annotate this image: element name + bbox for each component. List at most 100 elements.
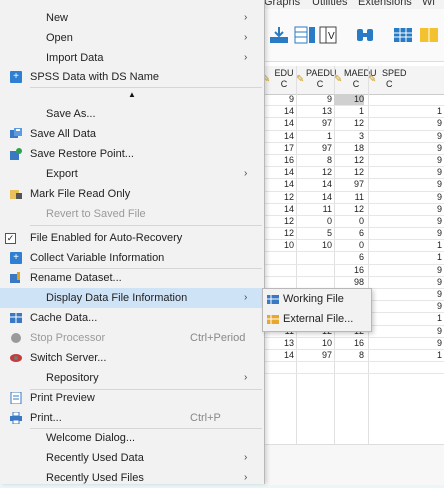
table-cell[interactable]: 14	[262, 131, 294, 142]
table-cell[interactable]: 1	[368, 106, 442, 117]
menu-item-recently-used-data[interactable]: Recently Used Data ›	[0, 448, 264, 468]
menu-item-repository[interactable]: Repository ›	[0, 368, 264, 388]
table-cell[interactable]: 0	[334, 216, 364, 227]
table-cell[interactable]: 10	[262, 240, 294, 251]
table-cell[interactable]: 97	[296, 143, 332, 154]
menu-item-collect-variable-info[interactable]: + Collect Variable Information	[0, 248, 264, 268]
table-cell[interactable]: 9	[368, 289, 442, 300]
table-cell[interactable]: 11	[334, 192, 364, 203]
scroll-up-arrow-icon[interactable]: ▲	[0, 88, 264, 102]
table-cell[interactable]: 14	[262, 106, 294, 117]
table-cell[interactable]: 12	[262, 228, 294, 239]
table-cell[interactable]: 9	[368, 277, 442, 288]
table-cell[interactable]: 14	[296, 192, 332, 203]
table-cell[interactable]	[262, 362, 294, 373]
table-cell[interactable]: 12	[334, 155, 364, 166]
table-cell[interactable]: 10	[296, 338, 332, 349]
column-header-paedu[interactable]: ✎ PAEDU C	[296, 68, 336, 92]
menu-utilities[interactable]: Utilities	[312, 0, 347, 8]
table-cell[interactable]	[368, 362, 442, 373]
menu-extensions[interactable]: Extensions	[358, 0, 412, 8]
column-header-maedu[interactable]: ✎ MAEDU C	[334, 68, 377, 92]
menu-item-auto-recovery[interactable]: ✓ File Enabled for Auto-Recovery	[0, 228, 264, 248]
table-cell[interactable]: 12	[296, 167, 332, 178]
table-cell[interactable]: 9	[368, 301, 442, 312]
table-cell[interactable]: 1	[296, 131, 332, 142]
table-cell[interactable]: 12	[334, 167, 364, 178]
table-cell[interactable]: 12	[334, 204, 364, 215]
table-cell[interactable]: 14	[262, 204, 294, 215]
table-cell[interactable]	[262, 265, 294, 276]
table-cell[interactable]: 14	[262, 118, 294, 129]
table-cell[interactable]: 12	[262, 216, 294, 227]
table-cell[interactable]: 9	[368, 179, 442, 190]
table-cell[interactable]: 9	[368, 228, 442, 239]
menu-item-rename-dataset[interactable]: Rename Dataset...	[0, 268, 264, 288]
table-cell[interactable]: 13	[262, 338, 294, 349]
menu-item-cache-data[interactable]: Cache Data...	[0, 308, 264, 328]
table-cell[interactable]: 9	[296, 94, 332, 105]
table-cell[interactable]: 9	[368, 204, 442, 215]
table-cell[interactable]	[368, 94, 442, 105]
table-cell[interactable]: 9	[368, 118, 442, 129]
variables-icon[interactable]: V	[318, 25, 340, 45]
table-cell[interactable]: 9	[368, 192, 442, 203]
submenu-item-working-file[interactable]: Working File	[263, 289, 371, 309]
menu-window[interactable]: Wi	[422, 0, 435, 8]
table-cell[interactable]	[334, 362, 364, 373]
menu-item-new[interactable]: New ›	[0, 8, 264, 28]
column-header-sped[interactable]: ✎ SPED C	[368, 68, 444, 92]
column-header-edu[interactable]: ✎ EDU C	[262, 68, 296, 92]
table-cell[interactable]: 9	[368, 167, 442, 178]
menu-item-display-data-file-info[interactable]: Display Data File Information ›	[0, 288, 264, 308]
table-cell[interactable]: 14	[262, 167, 294, 178]
table-cell[interactable]	[262, 277, 294, 288]
table-cell[interactable]: 0	[296, 216, 332, 227]
table-cell[interactable]: 6	[334, 228, 364, 239]
table-cell[interactable]: 9	[262, 94, 294, 105]
table-cell[interactable]: 97	[296, 350, 332, 361]
menu-item-save-restore-point[interactable]: Save Restore Point...	[0, 144, 264, 164]
menu-item-stop-processor[interactable]: Stop Processor Ctrl+Period	[0, 328, 264, 348]
horizontal-scrollbar[interactable]	[262, 444, 444, 485]
table-cell[interactable]: 98	[334, 277, 364, 288]
table-cell[interactable]: 16	[262, 155, 294, 166]
table-cell[interactable]: 5	[296, 228, 332, 239]
variables-grid-icon[interactable]	[294, 25, 316, 45]
submenu-item-external-file[interactable]: External File...	[263, 309, 371, 329]
table-cell[interactable]: 13	[296, 106, 332, 117]
menu-item-export[interactable]: Export ›	[0, 164, 264, 184]
menu-item-print-preview[interactable]: Print Preview	[0, 388, 264, 408]
find-binoculars-icon[interactable]	[354, 25, 376, 45]
data-view-icon[interactable]	[392, 25, 414, 45]
menu-item-switch-server[interactable]: Switch Server...	[0, 348, 264, 368]
menu-item-print[interactable]: Print... Ctrl+P	[0, 408, 264, 428]
table-cell[interactable]: 12	[262, 192, 294, 203]
table-cell[interactable]: 18	[334, 143, 364, 154]
menu-item-recently-used-files[interactable]: Recently Used Files ›	[0, 468, 264, 488]
table-cell[interactable]: 14	[262, 350, 294, 361]
table-cell[interactable]: 1	[368, 240, 442, 251]
menu-item-save-all-data[interactable]: Save All Data	[0, 124, 264, 144]
table-cell[interactable]: 8	[296, 155, 332, 166]
table-cell[interactable]: 1	[368, 313, 442, 324]
table-cell[interactable]: 16	[334, 265, 364, 276]
table-cell[interactable]: 9	[368, 265, 442, 276]
table-cell[interactable]: 9	[368, 338, 442, 349]
table-cell[interactable]	[296, 265, 332, 276]
checkbox-checked-icon[interactable]: ✓	[5, 233, 16, 244]
menu-item-revert-saved[interactable]: Revert to Saved File	[0, 204, 264, 224]
go-to-case-icon[interactable]	[268, 25, 290, 45]
menu-item-welcome-dialog[interactable]: Welcome Dialog...	[0, 428, 264, 448]
menu-item-save-as[interactable]: Save As...	[0, 104, 264, 124]
table-cell[interactable]: 9	[368, 131, 442, 142]
table-cell[interactable]: 6	[334, 252, 364, 263]
table-cell[interactable]: 11	[296, 204, 332, 215]
table-cell[interactable]: 9	[368, 155, 442, 166]
menu-graphs[interactable]: Graphs	[264, 0, 300, 8]
table-cell[interactable]: 1	[368, 252, 442, 263]
table-cell[interactable]: 9	[368, 326, 442, 337]
table-cell[interactable]: 10	[334, 94, 364, 105]
table-cell[interactable]: 3	[334, 131, 364, 142]
table-cell[interactable]: 9	[368, 143, 442, 154]
